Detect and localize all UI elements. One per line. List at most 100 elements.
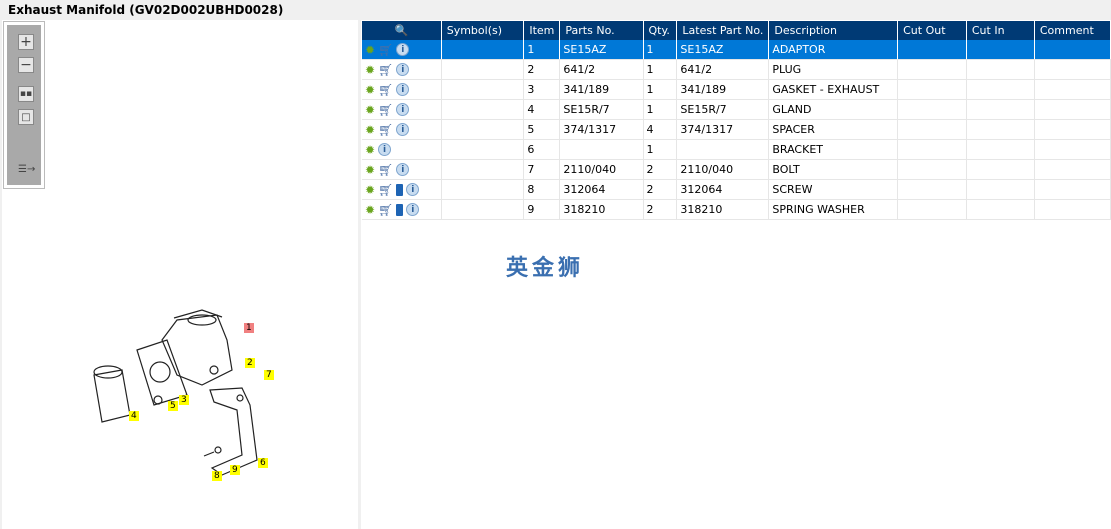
search-column-header[interactable]: 🔍 bbox=[362, 21, 442, 40]
gear-icon[interactable]: ✹ bbox=[365, 163, 375, 177]
callout-8[interactable]: 8 bbox=[212, 471, 222, 481]
cell-cut-out bbox=[897, 40, 967, 60]
row-actions: ✹ 🛒︎ i bbox=[362, 199, 442, 220]
gear-icon[interactable]: ✹ bbox=[365, 143, 375, 157]
table-row[interactable]: ✹ 🛒︎ i 4 SE15R/7 1 SE15R/7 GLAND bbox=[362, 99, 1111, 120]
col-cut-in[interactable]: Cut In bbox=[966, 21, 1035, 40]
zoom-out-button[interactable]: − bbox=[18, 57, 34, 73]
cell-qty: 2 bbox=[643, 179, 678, 200]
cart-icon[interactable]: 🛒︎ bbox=[378, 203, 393, 217]
row-actions: ✹ 🛒︎ i bbox=[362, 179, 442, 200]
cell-item: 7 bbox=[523, 159, 561, 180]
cell-cut-out bbox=[897, 119, 967, 140]
cart-icon[interactable]: 🛒︎ bbox=[378, 183, 393, 197]
cart-icon[interactable]: 🛒︎ bbox=[378, 163, 393, 177]
info-icon[interactable]: i bbox=[396, 43, 410, 56]
callout-5[interactable]: 5 bbox=[168, 401, 178, 411]
parts-panel: 🔍 Symbol(s) Item Parts No. Qty. Latest P… bbox=[361, 20, 1111, 529]
col-description[interactable]: Description bbox=[768, 21, 899, 40]
col-qty[interactable]: Qty. bbox=[643, 21, 678, 40]
col-comment[interactable]: Comment bbox=[1034, 21, 1111, 40]
col-symbols[interactable]: Symbol(s) bbox=[441, 21, 525, 40]
cell-description: ADAPTOR bbox=[768, 40, 899, 60]
callout-2[interactable]: 2 bbox=[245, 358, 255, 368]
info-icon[interactable]: i bbox=[406, 203, 420, 216]
table-row[interactable]: ✹ 🛒︎ i 2 641/2 1 641/2 PLUG bbox=[362, 59, 1111, 80]
cell-symbols bbox=[441, 99, 525, 120]
callout-9[interactable]: 9 bbox=[230, 465, 240, 475]
col-cut-out[interactable]: Cut Out bbox=[897, 21, 967, 40]
table-row[interactable]: ✹ 🛒︎ i 9 318210 2 318210 SPRING WASHER bbox=[362, 199, 1111, 220]
cell-cut-out bbox=[897, 179, 967, 200]
gear-icon[interactable]: ✹ bbox=[365, 63, 375, 77]
gear-icon[interactable]: ✹ bbox=[365, 43, 375, 57]
table-row[interactable]: ✹ 🛒︎ i 8 312064 2 312064 SCREW bbox=[362, 179, 1111, 200]
table-row[interactable]: ✹ 🛒︎ i 3 341/189 1 341/189 GASKET - EXHAUST bbox=[362, 79, 1111, 100]
cell-cut-in bbox=[966, 199, 1035, 220]
callout-3[interactable]: 3 bbox=[179, 395, 189, 405]
cell-qty: 1 bbox=[643, 40, 678, 60]
col-latest-part-no[interactable]: Latest Part No. bbox=[676, 21, 770, 40]
row-actions: ✹ 🛒︎ i bbox=[362, 59, 442, 80]
info-icon[interactable]: i bbox=[378, 143, 392, 156]
cell-qty: 2 bbox=[643, 199, 678, 220]
cart-icon[interactable]: 🛒︎ bbox=[378, 103, 393, 117]
cart-icon[interactable]: 🛒︎ bbox=[378, 123, 393, 137]
cell-latest-part-no: SE15R/7 bbox=[676, 99, 770, 120]
info-icon[interactable]: i bbox=[406, 183, 420, 196]
col-parts-no[interactable]: Parts No. bbox=[559, 21, 644, 40]
export-icon[interactable]: ☰→ bbox=[18, 162, 35, 178]
cell-latest-part-no: 2110/040 bbox=[676, 159, 770, 180]
callout-4[interactable]: 4 bbox=[129, 411, 139, 421]
table-row[interactable]: ✹ i 6 1 BRACKET bbox=[362, 139, 1111, 160]
info-icon[interactable]: i bbox=[396, 103, 410, 116]
zoom-in-button[interactable]: + bbox=[18, 34, 34, 50]
cell-latest-part-no: 374/1317 bbox=[676, 119, 770, 140]
info-icon[interactable]: i bbox=[396, 163, 410, 176]
actual-size-button[interactable]: □ bbox=[18, 109, 34, 125]
book-icon[interactable] bbox=[396, 203, 404, 216]
gear-icon[interactable]: ✹ bbox=[365, 183, 375, 197]
cell-symbols bbox=[441, 79, 525, 100]
info-icon[interactable]: i bbox=[396, 83, 410, 96]
cart-icon[interactable]: 🛒︎ bbox=[378, 43, 393, 57]
exploded-diagram bbox=[93, 309, 258, 476]
cell-latest-part-no: 641/2 bbox=[676, 59, 770, 80]
cell-cut-out bbox=[897, 139, 967, 160]
table-row[interactable]: ✹ 🛒︎ i 5 374/1317 4 374/1317 SPACER bbox=[362, 119, 1111, 140]
cell-cut-out bbox=[897, 99, 967, 120]
row-actions: ✹ i bbox=[362, 139, 442, 160]
table-row[interactable]: ✹ 🛒︎ i 1 SE15AZ 1 SE15AZ ADAPTOR bbox=[362, 40, 1111, 60]
cell-symbols bbox=[441, 119, 525, 140]
table-row[interactable]: ✹ 🛒︎ i 7 2110/040 2 2110/040 BOLT bbox=[362, 159, 1111, 180]
cell-item: 8 bbox=[523, 179, 561, 200]
gear-icon[interactable]: ✹ bbox=[365, 103, 375, 117]
cell-cut-out bbox=[897, 199, 967, 220]
cell-part-no: 341/189 bbox=[559, 79, 644, 100]
row-actions: ✹ 🛒︎ i bbox=[362, 79, 442, 100]
cell-part-no: 312064 bbox=[559, 179, 644, 200]
cell-latest-part-no: 341/189 bbox=[676, 79, 770, 100]
callout-7[interactable]: 7 bbox=[264, 370, 274, 380]
gear-icon[interactable]: ✹ bbox=[365, 83, 375, 97]
gear-icon[interactable]: ✹ bbox=[365, 203, 375, 217]
cell-cut-in bbox=[966, 139, 1035, 160]
diagram-toolbar: + − ▪▪ □ ☰→ bbox=[3, 21, 45, 189]
cell-comment bbox=[1034, 40, 1111, 60]
callout-1[interactable]: 1 bbox=[244, 323, 254, 333]
cell-cut-out bbox=[897, 159, 967, 180]
cart-icon[interactable]: 🛒︎ bbox=[378, 83, 393, 97]
callout-6[interactable]: 6 bbox=[258, 458, 268, 468]
info-icon[interactable]: i bbox=[396, 123, 410, 136]
cell-cut-out bbox=[897, 59, 967, 80]
col-item[interactable]: Item bbox=[523, 21, 561, 40]
cell-part-no: 318210 bbox=[559, 199, 644, 220]
book-icon[interactable] bbox=[396, 183, 404, 196]
cart-icon[interactable]: 🛒︎ bbox=[378, 63, 393, 77]
cell-qty: 1 bbox=[643, 79, 678, 100]
fit-all-button[interactable]: ▪▪ bbox=[18, 86, 34, 102]
info-icon[interactable]: i bbox=[396, 63, 410, 76]
cell-qty: 4 bbox=[643, 119, 678, 140]
diagram-panel[interactable]: 1 2 3 4 5 6 7 8 9 bbox=[2, 20, 358, 529]
gear-icon[interactable]: ✹ bbox=[365, 123, 375, 137]
